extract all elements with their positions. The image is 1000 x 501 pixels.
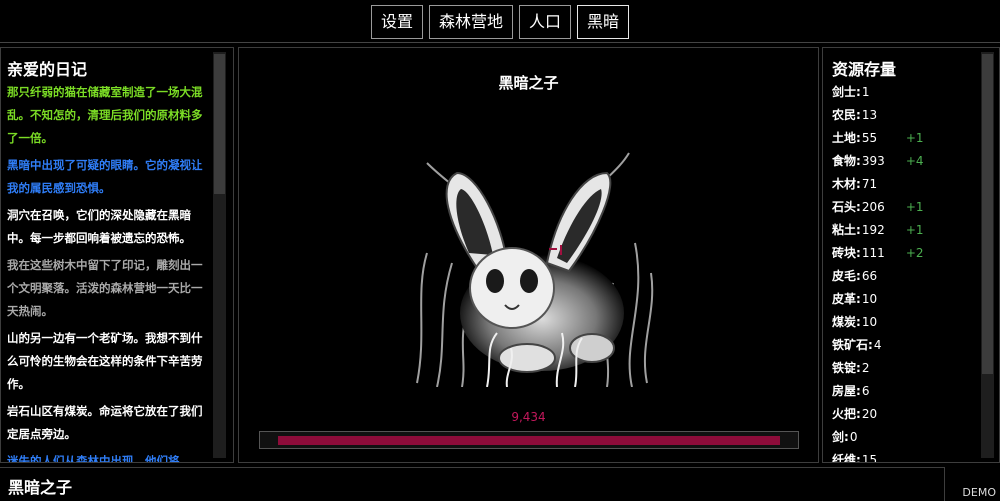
resources-scrollbar-thumb[interactable] — [982, 54, 993, 374]
resource-row: 房屋: 6 — [832, 380, 982, 403]
enemy-health-fill — [278, 436, 780, 445]
journal-entry: 岩石山区有煤炭。命运将它放在了我们定居点旁边。 — [7, 404, 203, 441]
resource-value: 20 — [861, 407, 878, 421]
resource-row: 剑士: 1 — [832, 81, 982, 104]
resource-name: 房屋: — [832, 384, 861, 398]
journal-title: 亲爱的日记 — [7, 60, 88, 79]
enemy-name: 黑暗之子 — [498, 74, 559, 92]
resource-name: 煤炭: — [832, 315, 861, 329]
journal-entry: 那只纤弱的猫在储藏室制造了一场大混乱。不知怎的，清理后我们的原材料多了一倍。 — [7, 85, 203, 145]
resource-name: 木材: — [832, 177, 861, 191]
demo-label: DEMO — [962, 486, 996, 499]
journal-scrollbar-thumb[interactable] — [214, 54, 225, 194]
resource-value: 206 — [861, 200, 885, 214]
resource-row: 煤炭: 10 — [832, 311, 982, 334]
resource-value: 71 — [861, 177, 878, 191]
journal-panel: 亲爱的日记 那只纤弱的猫在储藏室制造了一场大混乱。不知怎的，清理后我们的原材料多… — [0, 47, 234, 463]
journal-entry: 洞穴在召唤，它们的深处隐藏在黑暗中。每一步都回响着被遗忘的恐怖。 — [7, 208, 191, 245]
resource-value: 66 — [861, 269, 878, 283]
resource-name: 皮毛: — [832, 269, 861, 283]
dark-rabbit-creature-image — [416, 152, 654, 387]
resource-value: 10 — [861, 315, 878, 329]
resource-name: 剑士: — [832, 85, 861, 99]
journal-scrollbar[interactable] — [213, 52, 226, 458]
journal-entry: 我在这些树木中留下了印记，雕刻出一个文明聚落。活泼的森林营地一天比一天热闹。 — [7, 258, 203, 318]
resource-value: 4 — [873, 338, 882, 352]
resource-row: 纤维: 15 — [832, 449, 982, 463]
resource-delta: +1 — [905, 131, 924, 145]
resource-name: 铁锭: — [832, 361, 861, 375]
resource-name: 土地: — [832, 131, 861, 145]
resource-value: 1 — [861, 85, 870, 99]
resources-title: 资源存量 — [832, 60, 897, 79]
battle-scene-panel: 黑暗之子 9,434 — [238, 47, 819, 463]
resource-delta: +1 — [905, 223, 924, 237]
resource-name: 砖块: — [832, 246, 861, 260]
resource-name: 石头: — [832, 200, 861, 214]
resource-row: 皮毛: 66 — [832, 265, 982, 288]
resource-name: 剑: — [832, 430, 849, 444]
resource-delta: +4 — [905, 154, 924, 168]
resource-delta: +2 — [905, 246, 924, 260]
resource-name: 农民: — [832, 108, 861, 122]
resource-value: 0 — [849, 430, 858, 444]
tab-3[interactable]: 黑暗 — [577, 5, 630, 39]
tab-2[interactable]: 人口 — [519, 5, 572, 39]
resource-name: 火把: — [832, 407, 861, 421]
resource-value: 111 — [861, 246, 885, 260]
resource-row: 木材: 71 — [832, 173, 982, 196]
journal-entry: 迷失的人们从森林中出现。他们将 — [7, 454, 180, 463]
resource-value: 6 — [861, 384, 870, 398]
top-tab-bar: 设置 森林营地 人口 黑暗 — [0, 5, 1000, 39]
resource-value: 15 — [861, 453, 878, 463]
bottom-status-label: 黑暗之子 — [8, 478, 73, 497]
enemy-health-value: 9,434 — [511, 410, 546, 424]
resource-row: 粘土: 192 +1 — [832, 219, 982, 242]
enemy-health-bar — [259, 431, 799, 449]
resource-name: 铁矿石: — [832, 338, 873, 352]
resource-value: 2 — [861, 361, 870, 375]
resource-value: 393 — [861, 154, 885, 168]
resource-row: 土地: 55 +1 — [832, 127, 982, 150]
bottom-status-bar: 黑暗之子 — [0, 467, 945, 501]
resource-delta: +1 — [905, 200, 924, 214]
resource-row: 火把: 20 — [832, 403, 982, 426]
journal-entry: 山的另一边有一个老矿场。我想不到什么可怜的生物会在这样的条件下辛苦劳作。 — [7, 331, 203, 391]
resource-row: 剑: 0 — [832, 426, 982, 449]
resource-value: 10 — [861, 292, 878, 306]
resources-scrollbar[interactable] — [981, 52, 994, 458]
tab-divider — [0, 42, 1000, 43]
resource-value: 13 — [861, 108, 878, 122]
resource-row: 石头: 206 +1 — [832, 196, 982, 219]
resource-row: 铁锭: 2 — [832, 357, 982, 380]
resource-name: 食物: — [832, 154, 861, 168]
resource-name: 皮革: — [832, 292, 861, 306]
resource-row: 食物: 393 +4 — [832, 150, 982, 173]
resource-name: 粘土: — [832, 223, 861, 237]
resource-name: 纤维: — [832, 453, 861, 463]
journal-entry-list: 那只纤弱的猫在储藏室制造了一场大混乱。不知怎的，清理后我们的原材料多了一倍。黑暗… — [7, 81, 207, 463]
resource-row: 铁矿石: 4 — [832, 334, 982, 357]
resources-panel: 资源存量 剑士: 1 农民: 13 土地: 55 +1 食物: 393 +4 木材: 71 石头: 206… — [822, 47, 1000, 463]
resource-row: 砖块: 111 +2 — [832, 242, 982, 265]
resource-value: 192 — [861, 223, 885, 237]
resource-value: 55 — [861, 131, 878, 145]
tab-1[interactable]: 森林营地 — [428, 5, 513, 39]
resource-list: 剑士: 1 农民: 13 土地: 55 +1 食物: 393 +4 木材: 71 石头: 206 +1 粘土:… — [832, 81, 982, 463]
journal-entry: 黑暗中出现了可疑的眼睛。它的凝视让我的属民感到恐惧。 — [7, 158, 203, 195]
tab-0[interactable]: 设置 — [370, 5, 423, 39]
resource-row: 皮革: 10 — [832, 288, 982, 311]
resource-row: 农民: 13 — [832, 104, 982, 127]
